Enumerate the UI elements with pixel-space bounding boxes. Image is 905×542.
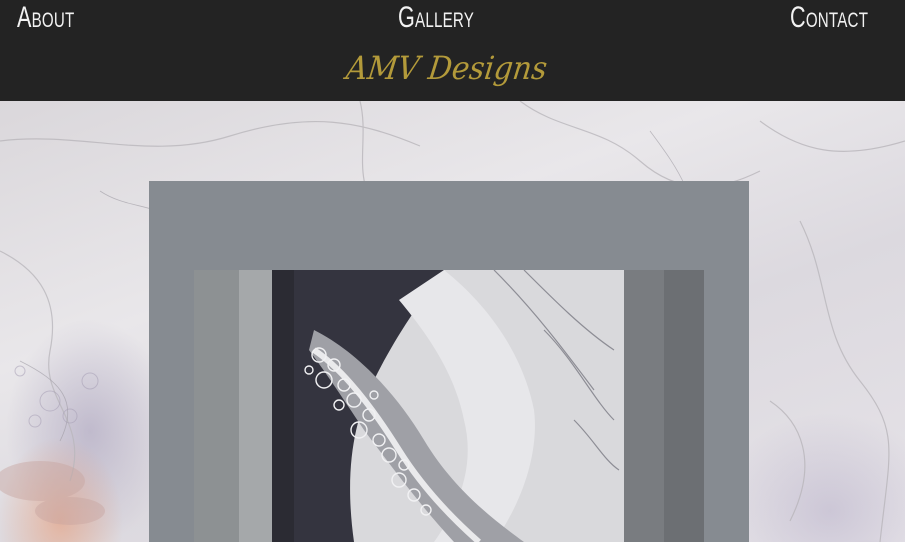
marble-painting-image[interactable] — [194, 270, 704, 542]
brand-logo-text[interactable]: AMV Designs — [344, 49, 549, 87]
gallery-card — [149, 181, 749, 542]
painting-photo-graphic — [194, 270, 704, 542]
nav-link-gallery[interactable]: Gallery — [398, 1, 474, 35]
nav-link-contact[interactable]: Contact — [790, 1, 868, 35]
site-header: About Gallery Contact AMV Designs — [0, 0, 905, 101]
nav-link-about[interactable]: About — [17, 1, 74, 35]
